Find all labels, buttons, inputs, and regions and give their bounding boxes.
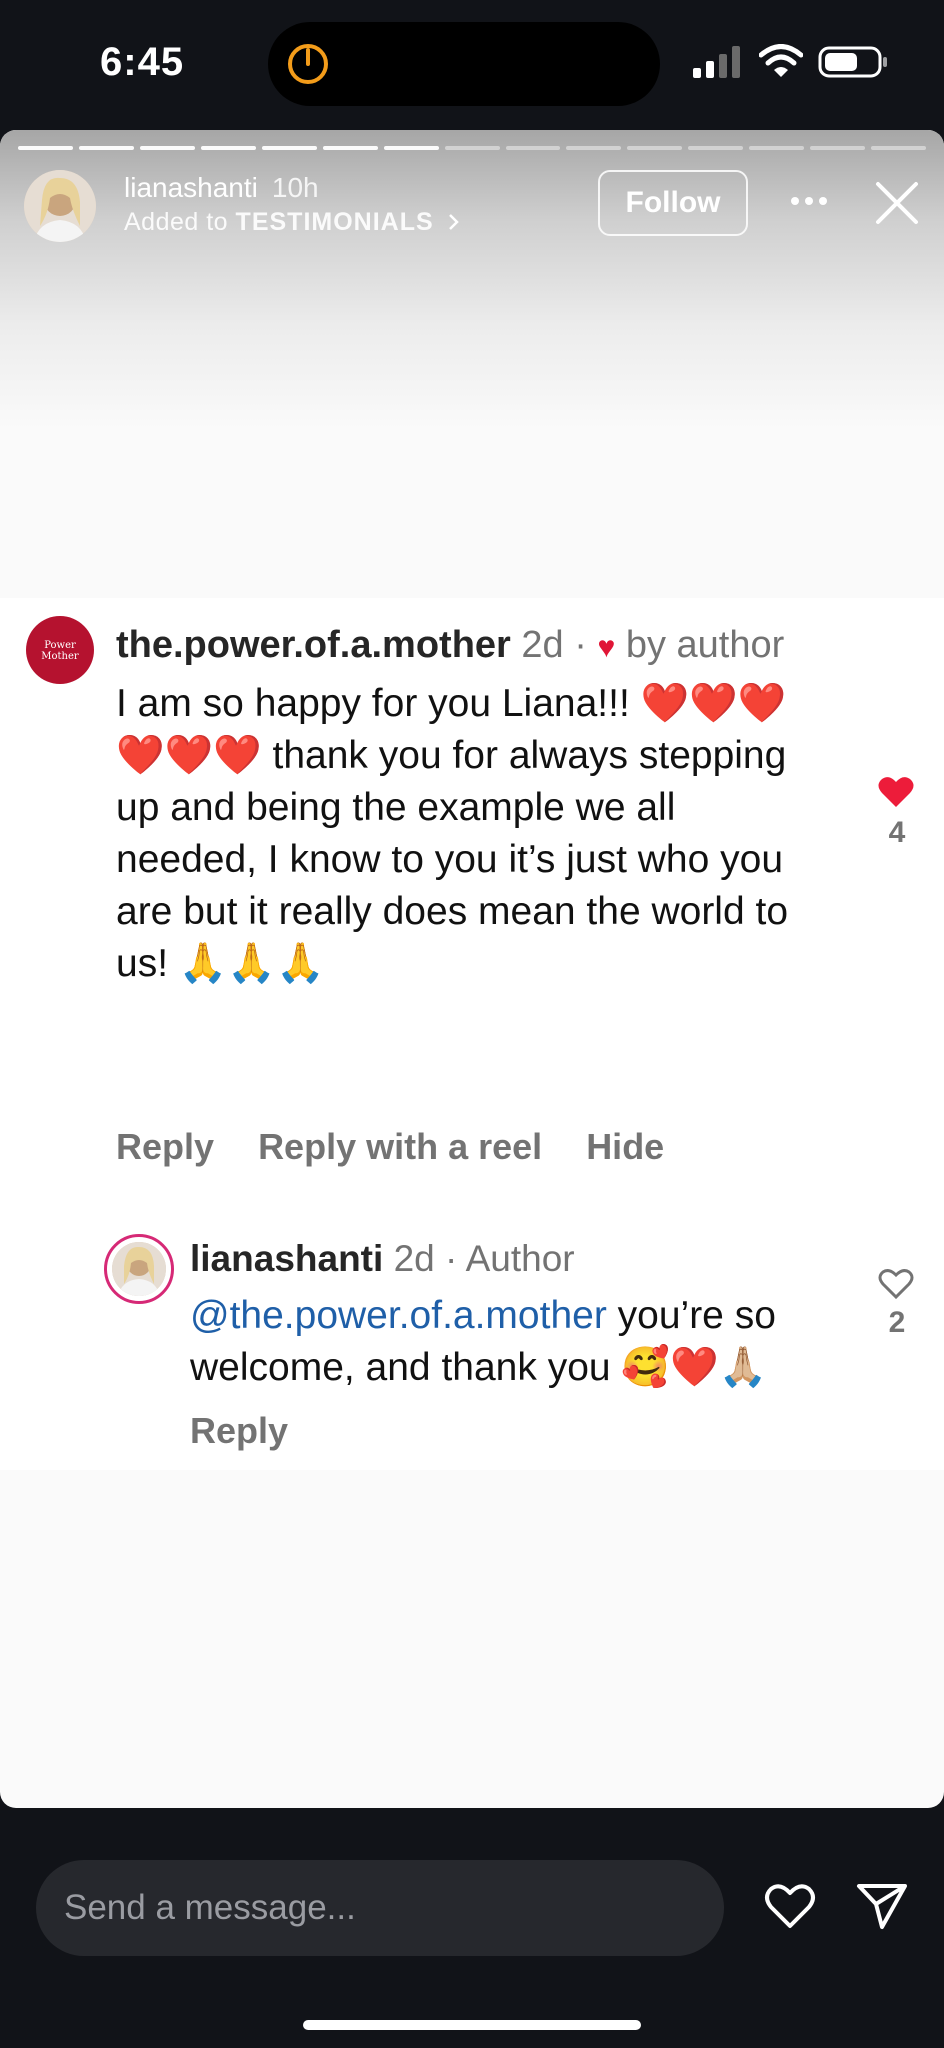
battery-icon xyxy=(818,46,887,78)
more-icon[interactable] xyxy=(790,196,828,206)
avatar-logo-text: Power Mother xyxy=(41,640,79,662)
reply-header: lianashanti 2d · Author xyxy=(190,1238,575,1280)
heart-outline-icon[interactable] xyxy=(878,1268,914,1300)
heart-icon[interactable] xyxy=(878,776,914,808)
chevron-right-icon xyxy=(449,214,459,230)
comment-actions: Reply Reply with a reel Hide xyxy=(116,1126,698,1168)
story-viewer: lianashanti 10h Added to TESTIMONIALS Fol… xyxy=(0,130,944,1808)
separator: · xyxy=(574,624,587,666)
reply-username[interactable]: lianashanti xyxy=(190,1238,383,1279)
comment-text: I am so happy for you Liana!!! ❤️❤️❤️❤️❤… xyxy=(116,682,789,985)
comment-like-count: 4 xyxy=(888,816,906,849)
progress-segment xyxy=(749,146,805,150)
clock: 6:45 xyxy=(100,40,185,84)
comment-card: Power Mother the.power.of.a.mother 2d · … xyxy=(0,598,944,1470)
progress-segment xyxy=(444,146,500,150)
story-highlight-link[interactable]: Added to TESTIMONIALS xyxy=(124,208,461,237)
message-placeholder: Send a message... xyxy=(64,1888,356,1927)
progress-segment xyxy=(78,146,134,150)
progress-segment xyxy=(566,146,622,150)
separator: · xyxy=(445,1238,458,1279)
reply-text: @the.power.of.a.mother you’re so welcome… xyxy=(190,1290,840,1394)
story-progress-bar xyxy=(18,146,927,152)
author-badge: Author xyxy=(465,1238,575,1279)
progress-segment xyxy=(200,146,256,150)
comment-age: 2d xyxy=(521,624,564,666)
progress-segment xyxy=(261,146,317,150)
progress-segment xyxy=(505,146,561,150)
home-indicator[interactable] xyxy=(303,2020,641,2030)
progress-segment xyxy=(139,146,195,150)
signal-icon xyxy=(693,46,740,78)
reply-with-reel-button[interactable]: Reply with a reel xyxy=(258,1126,542,1167)
mention-link[interactable]: @the.power.of.a.mother xyxy=(190,1294,607,1337)
reply-author-avatar[interactable] xyxy=(104,1234,174,1304)
timer-icon xyxy=(288,44,328,84)
progress-segment xyxy=(322,146,378,150)
send-icon[interactable] xyxy=(856,1882,908,1930)
reply-age: 2d xyxy=(393,1238,435,1279)
story-username-row[interactable]: lianashanti 10h xyxy=(124,172,319,204)
reply-like-count: 2 xyxy=(888,1306,906,1339)
story-username[interactable]: lianashanti xyxy=(124,172,258,203)
progress-segment xyxy=(688,146,744,150)
progress-segment xyxy=(810,146,866,150)
liked-by-author: by author xyxy=(625,624,785,666)
status-bar: 6:45 xyxy=(0,0,944,128)
wifi-icon xyxy=(759,44,803,77)
commenter-avatar[interactable]: Power Mother xyxy=(26,616,94,684)
commenter-username[interactable]: the.power.of.a.mother xyxy=(116,624,511,666)
progress-segment xyxy=(871,146,927,150)
reply-button[interactable]: Reply xyxy=(116,1126,214,1167)
highlight-name[interactable]: TESTIMONIALS xyxy=(236,208,434,236)
heart-icon[interactable] xyxy=(764,1882,816,1930)
progress-segment xyxy=(18,146,73,150)
follow-button[interactable]: Follow xyxy=(598,170,748,236)
hide-button[interactable]: Hide xyxy=(586,1126,664,1167)
progress-segment xyxy=(383,146,439,150)
story-time-ago: 10h xyxy=(271,172,319,203)
comment-header: the.power.of.a.mother 2d · ♥ by author xyxy=(116,624,784,667)
heart-icon: ♥ xyxy=(597,631,616,664)
progress-segment xyxy=(627,146,683,150)
message-input[interactable]: Send a message... xyxy=(36,1860,724,1956)
close-icon[interactable] xyxy=(874,180,920,226)
story-user-avatar[interactable] xyxy=(24,170,96,242)
added-to-prefix: Added to xyxy=(124,208,229,236)
reply-reply-button[interactable]: Reply xyxy=(190,1410,288,1452)
